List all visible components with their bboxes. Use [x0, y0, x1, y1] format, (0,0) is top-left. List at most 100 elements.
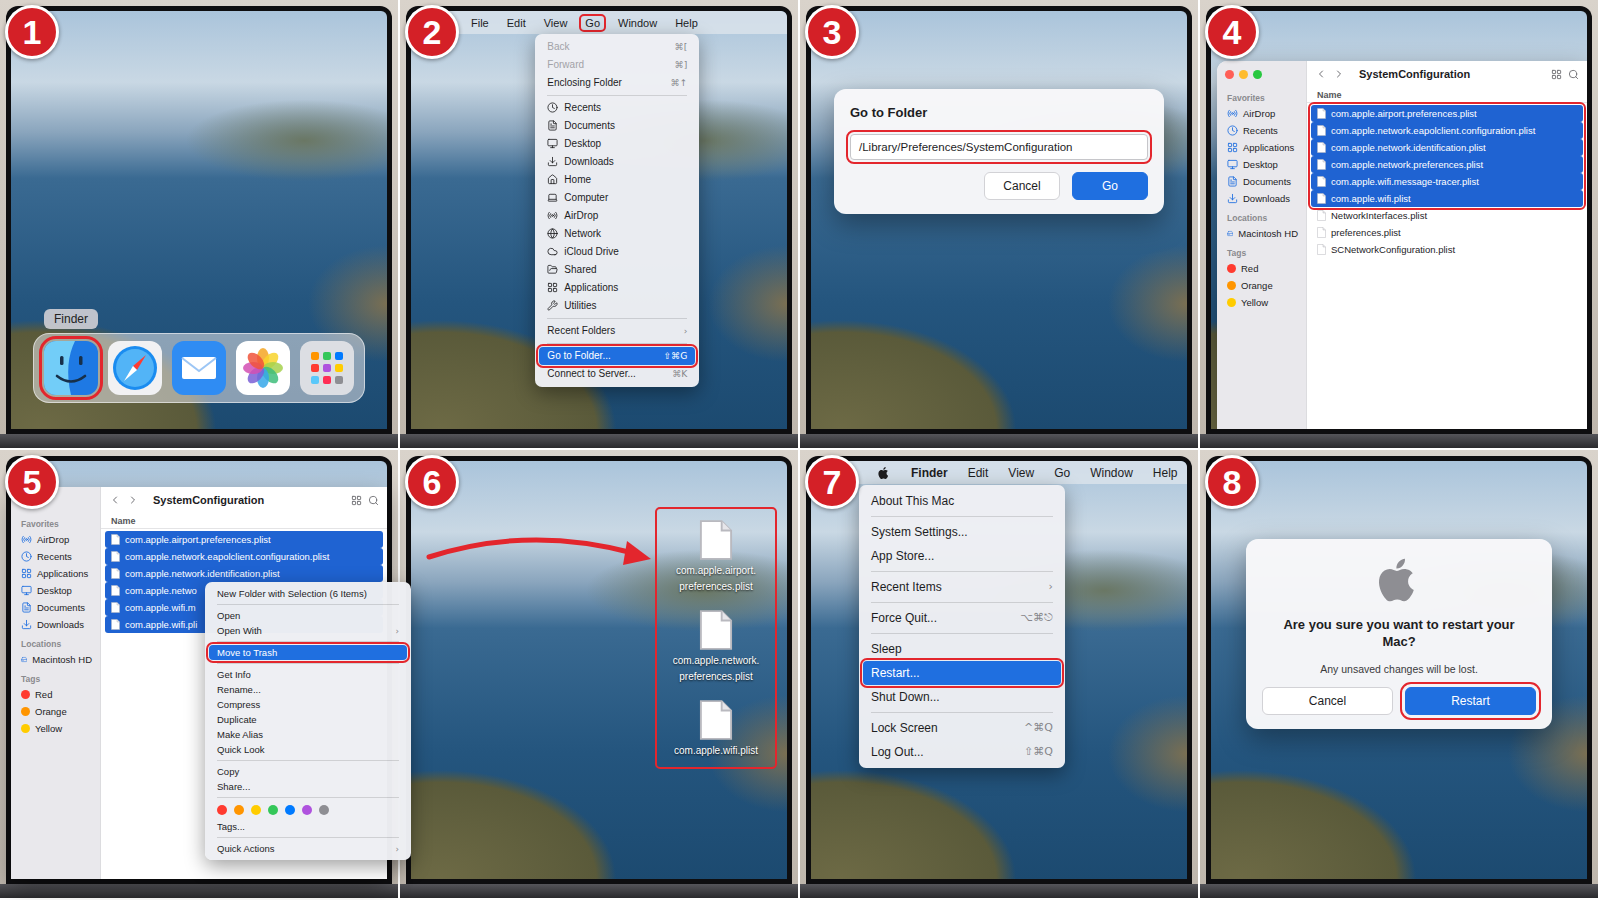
window-control-icon[interactable]	[1239, 70, 1248, 79]
menu-item[interactable]: iCloud Drive	[539, 243, 695, 261]
sidebar-item[interactable]: Orange	[19, 703, 94, 720]
window-control-icon[interactable]	[1225, 70, 1234, 79]
menu-item[interactable]: Go to Folder...⇧⌘G	[539, 347, 695, 365]
menu-bar-item[interactable]: Finder	[907, 465, 952, 481]
menu-item[interactable]: Rename...	[209, 682, 407, 697]
forward-icon[interactable]	[127, 494, 139, 506]
menu-item[interactable]: Documents	[539, 117, 695, 135]
sidebar-item[interactable]: Red	[19, 686, 94, 703]
menu-item[interactable]: About This Mac	[863, 489, 1061, 513]
sidebar-item[interactable]: Red	[1225, 260, 1300, 277]
menu-item[interactable]: Compress	[209, 697, 407, 712]
sidebar-item[interactable]: Applications	[19, 565, 94, 582]
sidebar-item[interactable]: Documents	[19, 599, 94, 616]
menu-item[interactable]: Log Out...⇧⌘Q	[863, 740, 1061, 764]
dialog-button[interactable]: Restart	[1405, 687, 1536, 715]
menu-item[interactable]: Duplicate	[209, 712, 407, 727]
dialog-button[interactable]: Cancel	[1262, 687, 1393, 715]
file-row[interactable]: com.apple.airport.preferences.plist	[105, 531, 383, 548]
sidebar-item[interactable]: Downloads	[19, 616, 94, 633]
tag-color-dot[interactable]	[251, 805, 261, 815]
window-control-icon[interactable]	[1253, 70, 1262, 79]
menu-bar-item[interactable]: Go	[1050, 465, 1074, 481]
menu-bar-item[interactable]: Window	[614, 16, 661, 30]
dialog-button[interactable]: Cancel	[984, 172, 1060, 200]
sidebar-item[interactable]: AirDrop	[19, 531, 94, 548]
view-grid-icon[interactable]	[351, 495, 362, 506]
view-grid-icon[interactable]	[1551, 69, 1562, 80]
menu-bar-item[interactable]: Edit	[964, 465, 993, 481]
menu-item[interactable]: App Store...	[863, 544, 1061, 568]
desktop-file[interactable]: com.apple.network.preferences.plist	[673, 609, 760, 683]
menu-item[interactable]: Make Alias	[209, 727, 407, 742]
menu-item[interactable]: Open With›	[209, 623, 407, 638]
tag-color-dot[interactable]	[234, 805, 244, 815]
sidebar-item[interactable]: Documents	[1225, 173, 1300, 190]
menu-item[interactable]: AirDrop	[539, 207, 695, 225]
tag-color-dot[interactable]	[268, 805, 278, 815]
menu-item[interactable]: New Folder with Selection (6 Items)	[209, 586, 407, 601]
desktop-file[interactable]: com.apple.airport.preferences.plist	[676, 519, 756, 593]
sidebar-item[interactable]: Yellow	[1225, 294, 1300, 311]
menu-item[interactable]: Copy	[209, 764, 407, 779]
tag-color-dot[interactable]	[302, 805, 312, 815]
file-row[interactable]: com.apple.network.preferences.plist	[1311, 156, 1583, 173]
file-row[interactable]: com.apple.airport.preferences.plist	[1311, 105, 1583, 122]
menu-bar-item[interactable]: GoBack⌘[Forward⌘]Enclosing Folder⌘↑Recen…	[581, 16, 604, 30]
menu-item[interactable]: Desktop	[539, 135, 695, 153]
sidebar-item[interactable]: AirDrop	[1225, 105, 1300, 122]
menu-item[interactable]: Shut Down...	[863, 685, 1061, 709]
file-row[interactable]: preferences.plist	[1311, 224, 1583, 241]
tag-color-dot[interactable]	[285, 805, 295, 815]
apple-menu[interactable]: About This MacSystem Settings...App Stor…	[873, 465, 895, 481]
file-row[interactable]: com.apple.network.identification.plist	[105, 565, 383, 582]
dock-item[interactable]	[236, 341, 290, 395]
desktop-file[interactable]: com.apple.wifi.plist	[674, 699, 758, 757]
sidebar-item[interactable]: Applications	[1225, 139, 1300, 156]
tag-color-dot[interactable]	[217, 805, 227, 815]
menu-item[interactable]: Connect to Server...⌘K	[539, 365, 695, 383]
menu-item[interactable]: Quick Actions›	[209, 841, 407, 856]
menu-bar-item[interactable]: Help	[1149, 465, 1182, 481]
back-icon[interactable]	[109, 494, 121, 506]
menu-bar-item[interactable]: Window	[1086, 465, 1137, 481]
file-row[interactable]: com.apple.network.identification.plist	[1311, 139, 1583, 156]
sidebar-item[interactable]: Recents	[19, 548, 94, 565]
menu-bar-item[interactable]: View	[540, 16, 572, 30]
menu-item[interactable]: Move to Trash	[209, 645, 407, 660]
menu-item[interactable]: Utilities	[539, 297, 695, 315]
sidebar-item[interactable]: Desktop	[1225, 156, 1300, 173]
column-header[interactable]: Name	[1307, 87, 1587, 103]
menu-item[interactable]: Recent Items›	[863, 575, 1061, 599]
file-row[interactable]: com.apple.network.eapolclient.configurat…	[105, 548, 383, 565]
sidebar-item[interactable]: Downloads	[1225, 190, 1300, 207]
sidebar-item[interactable]: Orange	[1225, 277, 1300, 294]
menu-item[interactable]: Recent Folders›	[539, 322, 695, 340]
menu-item[interactable]: Applications	[539, 279, 695, 297]
menu-item[interactable]: Shared	[539, 261, 695, 279]
menu-item[interactable]: Quick Look	[209, 742, 407, 757]
menu-item[interactable]: Restart...	[863, 661, 1061, 685]
menu-item[interactable]: Open	[209, 608, 407, 623]
menu-item[interactable]: Network	[539, 225, 695, 243]
column-header[interactable]: Name	[101, 513, 387, 529]
forward-icon[interactable]	[1333, 68, 1345, 80]
back-icon[interactable]	[1315, 68, 1327, 80]
menu-item[interactable]: Back⌘[	[539, 38, 695, 56]
file-row[interactable]: com.apple.wifi.message-tracer.plist	[1311, 173, 1583, 190]
menu-item[interactable]: Downloads	[539, 153, 695, 171]
menu-item[interactable]: System Settings...	[863, 520, 1061, 544]
menu-bar-item[interactable]: View	[1004, 465, 1038, 481]
menu-item[interactable]: Force Quit...⌥⌘⎋	[863, 606, 1061, 630]
menu-item[interactable]: Tags...	[209, 819, 407, 834]
menu-item[interactable]: Share...	[209, 779, 407, 794]
menu-item[interactable]: Enclosing Folder⌘↑	[539, 74, 695, 92]
sidebar-item[interactable]: Macintosh HD	[1225, 225, 1300, 242]
file-row[interactable]: com.apple.wifi.plist	[1311, 190, 1583, 207]
menu-item[interactable]: Computer	[539, 189, 695, 207]
search-icon[interactable]	[368, 495, 379, 506]
dock-item[interactable]: Finder	[44, 341, 98, 395]
file-row[interactable]: NetworkInterfaces.plist	[1311, 207, 1583, 224]
menu-item[interactable]: Recents	[539, 99, 695, 117]
sidebar-item[interactable]: Yellow	[19, 720, 94, 737]
